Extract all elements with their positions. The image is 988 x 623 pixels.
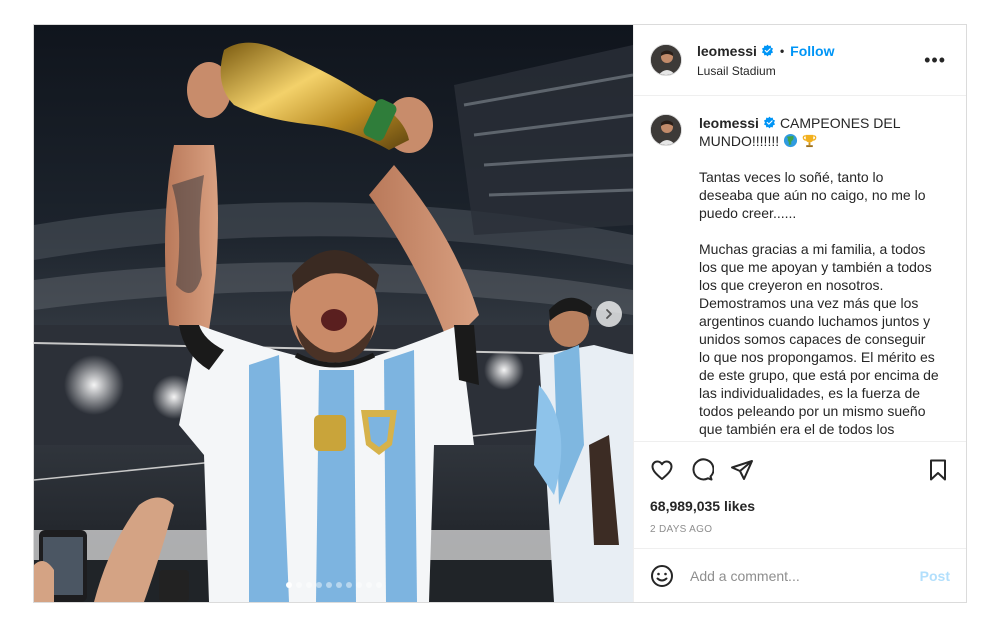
carousel-dot — [305, 582, 312, 588]
follow-button[interactable]: Follow — [790, 43, 834, 59]
post-header: leomessi • Follow Lusail Stadium ••• — [634, 25, 966, 96]
next-slide-button[interactable] — [596, 301, 622, 327]
avatar-image — [651, 115, 681, 145]
carousel-dot — [365, 582, 372, 588]
comments-section[interactable]: leomessi CAMPEONES DEL MUNDO!!!!!!! Tant… — [634, 96, 966, 441]
chevron-right-icon — [606, 309, 612, 319]
carousel-dot — [355, 582, 362, 588]
caption-paragraph: Tantas veces lo soñé, tanto lo deseaba q… — [699, 169, 926, 221]
bookmark-icon[interactable] — [926, 458, 950, 482]
carousel-dot — [295, 582, 302, 588]
post-timestamp[interactable]: 2 DAYS AGO — [650, 524, 950, 535]
comment-icon[interactable] — [690, 458, 714, 482]
carousel-dot — [325, 582, 332, 588]
likes-count[interactable]: 68,989,035 likes — [650, 498, 950, 514]
post-side-panel: leomessi • Follow Lusail Stadium ••• leo… — [633, 25, 966, 602]
location-link[interactable]: Lusail Stadium — [697, 64, 834, 78]
comment-input[interactable] — [690, 567, 920, 584]
emoji-icon[interactable] — [650, 564, 674, 588]
carousel-indicator — [34, 582, 633, 588]
trophy-emoji-icon — [802, 134, 817, 148]
avatar[interactable] — [650, 44, 682, 76]
carousel-dot — [345, 582, 352, 588]
caption-username[interactable]: leomessi — [699, 115, 759, 131]
separator-dot: • — [779, 43, 785, 58]
post-comment-button[interactable]: Post — [920, 568, 950, 584]
caption-avatar[interactable] — [650, 114, 682, 146]
caption: leomessi CAMPEONES DEL MUNDO!!!!!!! Tant… — [650, 114, 950, 438]
comment-composer: Post — [634, 548, 966, 602]
caption-paragraph: Muchas gracias a mi familia, a todos los… — [699, 241, 939, 437]
globe-emoji-icon — [783, 133, 798, 148]
verified-badge-icon — [763, 116, 775, 129]
post-media[interactable] — [34, 25, 633, 602]
heart-icon[interactable] — [650, 458, 674, 482]
post-card: leomessi • Follow Lusail Stadium ••• leo… — [33, 24, 967, 603]
carousel-dot — [285, 582, 292, 588]
action-icons — [650, 442, 950, 498]
share-icon[interactable] — [730, 458, 754, 482]
header-username[interactable]: leomessi — [697, 43, 757, 59]
post-photo — [34, 25, 633, 602]
post-actions: 68,989,035 likes 2 DAYS AGO Post — [634, 441, 966, 602]
carousel-dot — [315, 582, 322, 588]
avatar-image — [651, 45, 681, 75]
more-options-icon[interactable]: ••• — [924, 51, 946, 69]
carousel-dot — [335, 582, 342, 588]
verified-badge-icon — [761, 44, 773, 57]
carousel-dot — [375, 582, 382, 588]
